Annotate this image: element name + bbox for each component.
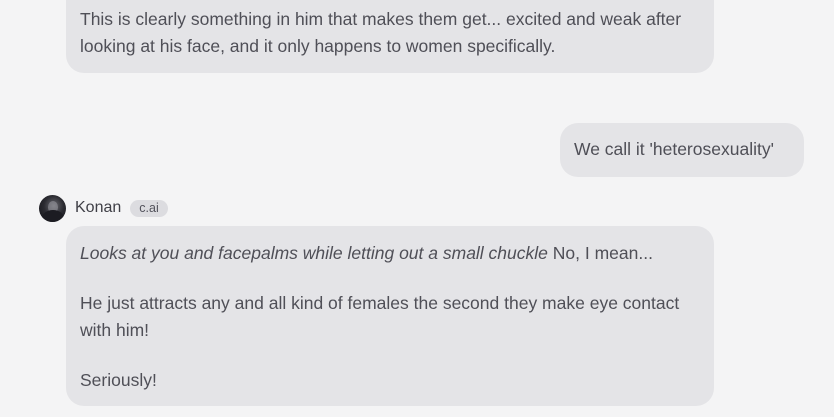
message-bubble-character: This is clearly something in him that ma… [66,0,714,73]
message-paragraph: Seriously! [80,370,157,390]
message-text: This is clearly something in him that ma… [80,9,682,56]
avatar[interactable] [39,194,66,222]
message-bubble-character: Looks at you and facepalms while letting… [66,226,714,406]
action-text: Looks at you and facepalms while letting… [80,243,548,263]
message-author-row: Konan c.ai [39,194,168,222]
message-paragraph: He just attracts any and all kind of fem… [80,293,680,340]
author-name[interactable]: Konan [75,199,121,217]
chat-thread: This is clearly something in him that ma… [0,0,834,417]
message-paragraph: Looks at you and facepalms while letting… [80,240,700,267]
cai-badge: c.ai [130,199,168,217]
message-text: We call it 'heterosexuality' [574,139,774,159]
speech-text: No, I mean... [547,243,653,263]
message-bubble-user: We call it 'heterosexuality' [560,123,804,177]
